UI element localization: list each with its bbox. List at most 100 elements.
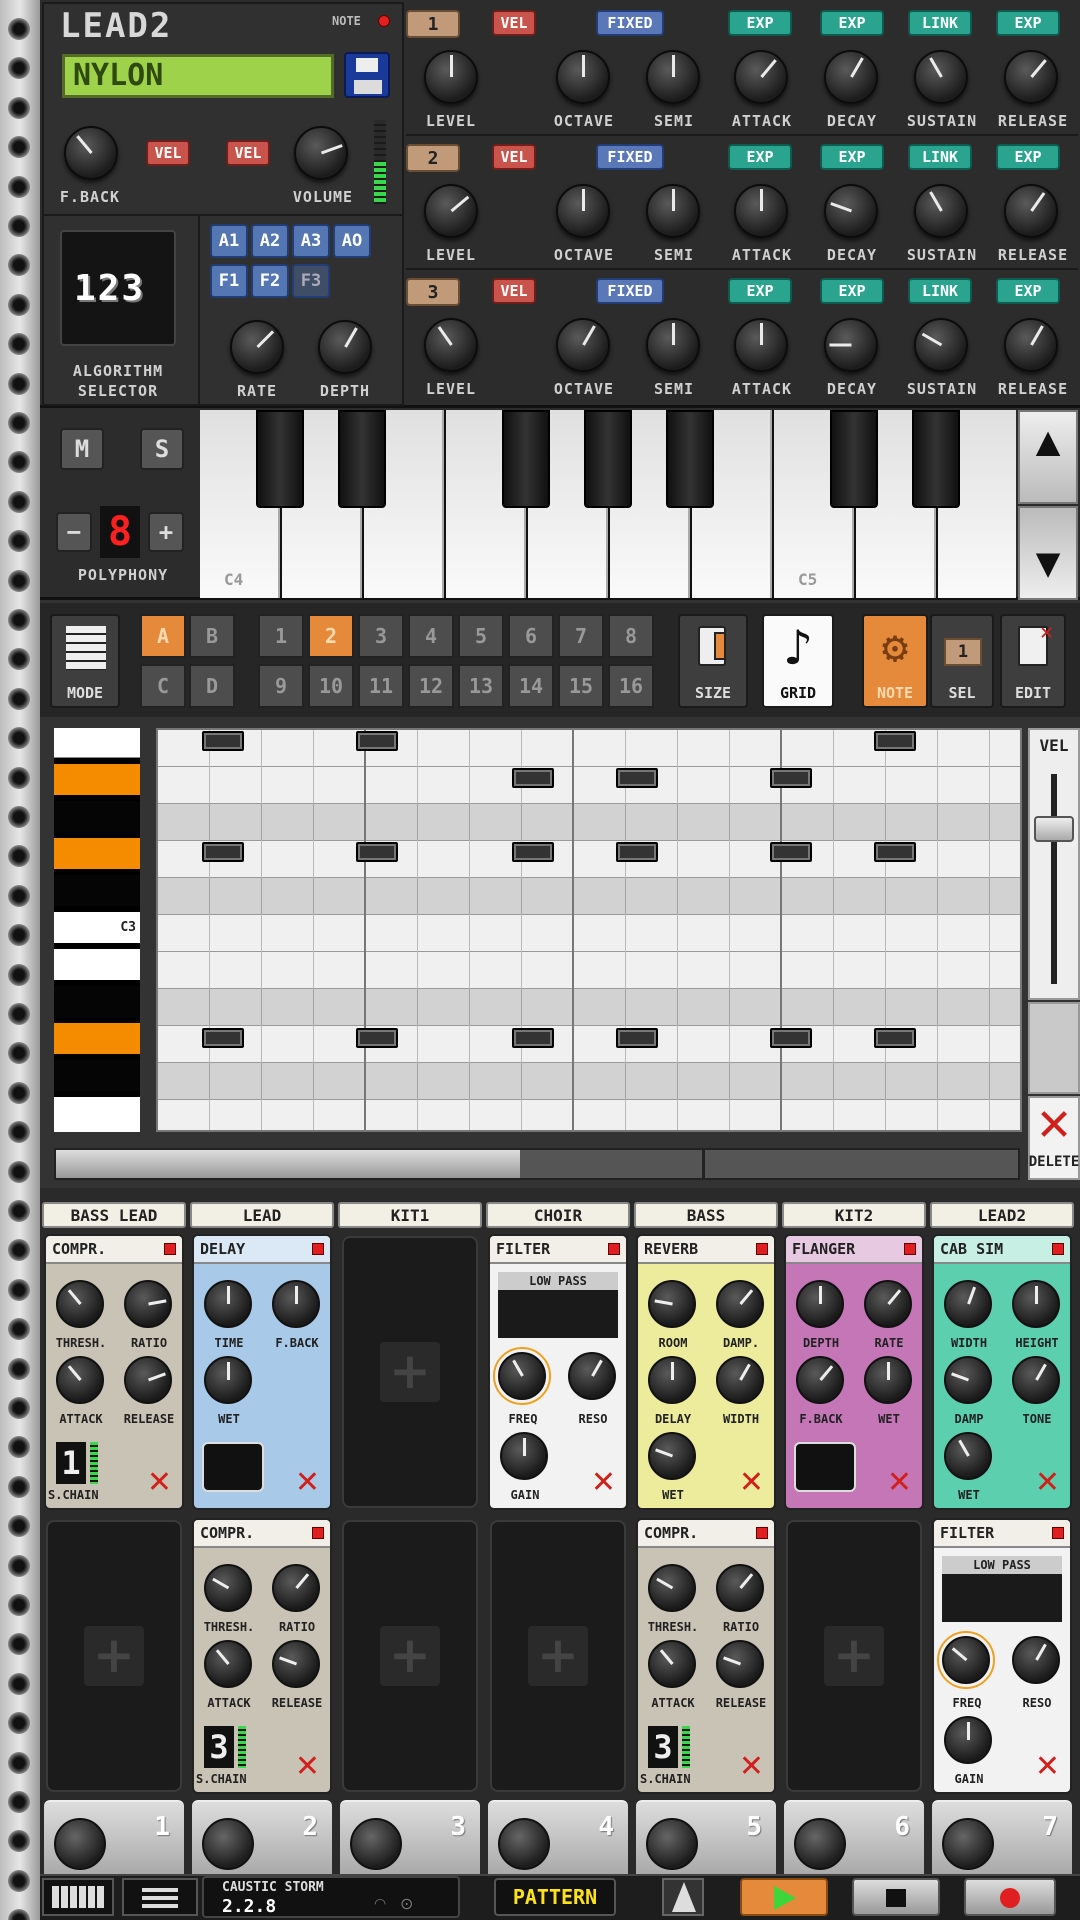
alg-a3-button[interactable]: A3 — [292, 224, 330, 258]
pattern-11-button[interactable]: 11 — [358, 664, 404, 708]
gain-knob[interactable] — [500, 1432, 548, 1480]
fback-fx-knob[interactable] — [272, 1280, 320, 1328]
note-block[interactable] — [616, 768, 658, 788]
fback-vel-button[interactable]: VEL — [146, 140, 190, 166]
op3-attack-exp-button[interactable]: EXP — [728, 278, 792, 304]
roll-scrollbar[interactable] — [54, 1148, 1020, 1180]
note-block[interactable] — [202, 731, 244, 751]
note-block[interactable] — [874, 1028, 916, 1048]
op3-fixed-button[interactable]: FIXED — [596, 278, 664, 304]
roll-key-8[interactable] — [54, 986, 140, 1017]
flanger-wave-icon[interactable] — [794, 1442, 856, 1492]
sidechain-display[interactable]: 1 — [56, 1442, 86, 1484]
note-block[interactable] — [512, 842, 554, 862]
algorithm-display[interactable]: 123 — [60, 230, 176, 346]
ratio-knob[interactable] — [124, 1280, 172, 1328]
alg-f2-button[interactable]: F2 — [251, 264, 289, 298]
op3-vel-button[interactable]: VEL — [492, 278, 536, 304]
delay-mode-icon[interactable] — [202, 1442, 264, 1492]
flanger-fback-knob[interactable] — [796, 1356, 844, 1404]
op3-decay-knob[interactable] — [824, 318, 878, 372]
op3-level-knob[interactable] — [424, 318, 478, 372]
pattern-5-button[interactable]: 5 — [458, 614, 504, 658]
pattern-12-button[interactable]: 12 — [408, 664, 454, 708]
thresh-knob[interactable] — [648, 1564, 696, 1612]
octave-down-button[interactable]: ▼ — [1018, 506, 1078, 600]
op3-octave-knob[interactable] — [556, 318, 610, 372]
reso-knob[interactable] — [568, 1352, 616, 1400]
note-block[interactable] — [512, 1028, 554, 1048]
remove-fx-icon[interactable]: ✕ — [1035, 1468, 1060, 1498]
op1-decay-exp-button[interactable]: EXP — [820, 10, 884, 36]
gain-knob[interactable] — [944, 1716, 992, 1764]
pattern-16-button[interactable]: 16 — [608, 664, 654, 708]
time-knob[interactable] — [204, 1280, 252, 1328]
flanger-depth-knob[interactable] — [796, 1280, 844, 1328]
menu-button[interactable] — [122, 1878, 198, 1916]
pattern-8-button[interactable]: 8 — [608, 614, 654, 658]
op2-release-knob[interactable] — [1004, 184, 1058, 238]
note-block[interactable] — [202, 842, 244, 862]
black-key-7[interactable] — [912, 410, 960, 508]
op2-decay-exp-button[interactable]: EXP — [820, 144, 884, 170]
op1-fixed-button[interactable]: FIXED — [596, 10, 664, 36]
track-name-2[interactable]: LEAD — [190, 1202, 334, 1228]
channel-volume-knob[interactable] — [498, 1818, 550, 1870]
bank-b-button[interactable]: B — [189, 614, 235, 658]
op2-octave-knob[interactable] — [556, 184, 610, 238]
cab-height-knob[interactable] — [1012, 1280, 1060, 1328]
channel-volume-knob[interactable] — [350, 1818, 402, 1870]
remove-fx-icon[interactable]: ✕ — [887, 1468, 912, 1498]
empty-fx-slot[interactable]: + — [490, 1520, 626, 1792]
mute-button[interactable]: M — [60, 428, 104, 470]
roll-key-1[interactable] — [54, 728, 140, 758]
polyphony-minus-button[interactable]: − — [56, 512, 92, 552]
roll-key-7[interactable] — [54, 949, 140, 980]
note-block[interactable] — [770, 768, 812, 788]
attack-knob[interactable] — [648, 1640, 696, 1688]
track-name-5[interactable]: BASS — [634, 1202, 778, 1228]
op3-decay-exp-button[interactable]: EXP — [820, 278, 884, 304]
op3-release-knob[interactable] — [1004, 318, 1058, 372]
op2-release-exp-button[interactable]: EXP — [996, 144, 1060, 170]
op3-release-exp-button[interactable]: EXP — [996, 278, 1060, 304]
channel-volume-knob[interactable] — [54, 1818, 106, 1870]
op1-decay-knob[interactable] — [824, 50, 878, 104]
play-button[interactable] — [740, 1878, 828, 1916]
remove-fx-icon[interactable]: ✕ — [1035, 1752, 1060, 1782]
note-block[interactable] — [874, 842, 916, 862]
op2-decay-knob[interactable] — [824, 184, 878, 238]
attack-knob[interactable] — [56, 1356, 104, 1404]
alg-f3-button[interactable]: F3 — [292, 264, 330, 298]
cab-wet-knob[interactable] — [944, 1432, 992, 1480]
flanger-wet-knob[interactable] — [864, 1356, 912, 1404]
fback-knob[interactable] — [64, 126, 118, 180]
pattern-mode-button[interactable]: PATTERN — [494, 1878, 616, 1916]
roll-key-5[interactable] — [54, 875, 140, 906]
pattern-14-button[interactable]: 14 — [508, 664, 554, 708]
rack-view-button[interactable] — [42, 1878, 114, 1916]
pattern-4-button[interactable]: 4 — [408, 614, 454, 658]
remove-fx-icon[interactable]: ✕ — [295, 1468, 320, 1498]
pattern-10-button[interactable]: 10 — [308, 664, 354, 708]
black-key-4[interactable] — [584, 410, 632, 508]
thresh-knob[interactable] — [204, 1564, 252, 1612]
freq-knob[interactable] — [937, 1631, 995, 1689]
roll-grid[interactable] — [156, 728, 1022, 1132]
fx-enable-led[interactable] — [1052, 1243, 1064, 1255]
op2-fixed-button[interactable]: FIXED — [596, 144, 664, 170]
roll-key-3[interactable] — [54, 801, 140, 832]
depth-knob[interactable] — [318, 320, 372, 374]
wet-knob[interactable] — [204, 1356, 252, 1404]
op1-release-exp-button[interactable]: EXP — [996, 10, 1060, 36]
op2-attack-knob[interactable] — [734, 184, 788, 238]
freq-knob[interactable] — [493, 1347, 551, 1405]
rate-knob[interactable] — [230, 320, 284, 374]
fx-enable-led[interactable] — [756, 1243, 768, 1255]
select-button[interactable]: 1 SEL — [930, 614, 994, 708]
remove-fx-icon[interactable]: ✕ — [295, 1752, 320, 1782]
metronome-button[interactable] — [662, 1878, 704, 1916]
song-display[interactable]: CAUSTIC STORM 2.2.8 ◠ ⊙ — [202, 1876, 460, 1918]
fx-enable-led[interactable] — [608, 1243, 620, 1255]
release-knob[interactable] — [124, 1356, 172, 1404]
